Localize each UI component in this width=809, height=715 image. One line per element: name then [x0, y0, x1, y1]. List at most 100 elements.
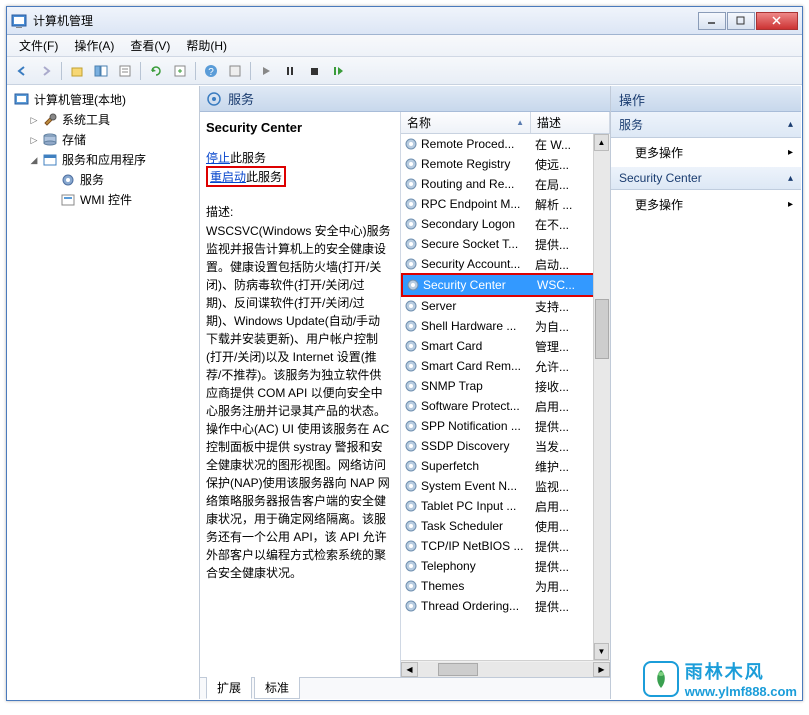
service-row[interactable]: Secondary Logon在不...	[401, 214, 610, 234]
menu-file[interactable]: 文件(F)	[11, 35, 66, 56]
gear-icon	[404, 339, 418, 353]
pause-service-button[interactable]	[279, 60, 301, 82]
menu-view[interactable]: 查看(V)	[122, 35, 178, 56]
watermark-logo	[643, 661, 679, 697]
service-name-cell: RPC Endpoint M...	[421, 197, 520, 211]
desc-text: WSCSVC(Windows 安全中心)服务监视并报告计算机上的安全健康设置。健…	[206, 222, 392, 582]
service-row[interactable]: RPC Endpoint M...解析 ...	[401, 194, 610, 214]
tree-root[interactable]: 计算机管理(本地)	[10, 90, 197, 110]
tab-extended[interactable]: 扩展	[206, 677, 252, 699]
service-row[interactable]: Superfetch维护...	[401, 456, 610, 476]
menu-help[interactable]: 帮助(H)	[178, 35, 235, 56]
service-row[interactable]: Routing and Re...在局...	[401, 174, 610, 194]
tree-wmi[interactable]: WMI 控件	[10, 190, 197, 210]
gear-icon	[404, 157, 418, 171]
view-tabs: 扩展 标准	[200, 677, 610, 699]
actions-section-services[interactable]: 服务▴	[611, 112, 801, 138]
service-row[interactable]: SNMP Trap接收...	[401, 376, 610, 396]
service-row[interactable]: Security CenterWSC...	[403, 275, 608, 295]
menu-action[interactable]: 操作(A)	[66, 35, 122, 56]
tools-icon	[42, 112, 58, 128]
wmi-icon	[60, 192, 76, 208]
service-name-cell: Shell Hardware ...	[421, 319, 516, 333]
titlebar[interactable]: 计算机管理	[7, 7, 802, 35]
service-name-cell: Secondary Logon	[421, 217, 515, 231]
expand-icon[interactable]: ▷	[28, 114, 40, 126]
gear-icon	[404, 137, 418, 151]
actions-section-selected[interactable]: Security Center▴	[611, 167, 801, 190]
gear-icon	[404, 479, 418, 493]
service-row[interactable]: Telephony提供...	[401, 556, 610, 576]
stop-link[interactable]: 停止	[206, 151, 230, 165]
close-button[interactable]	[756, 12, 798, 30]
gear-icon	[404, 439, 418, 453]
col-name[interactable]: 名称▲	[401, 112, 531, 133]
maximize-button[interactable]	[727, 12, 755, 30]
tool-button-1[interactable]	[224, 60, 246, 82]
service-row[interactable]: Task Scheduler使用...	[401, 516, 610, 536]
service-row[interactable]: Server支持...	[401, 296, 610, 316]
watermark-url: www.ylmf888.com	[685, 684, 797, 699]
vertical-scrollbar[interactable]: ▲ ▼	[593, 134, 610, 660]
gear-icon	[60, 172, 76, 188]
service-row[interactable]: Secure Socket T...提供...	[401, 234, 610, 254]
service-row[interactable]: Smart Card管理...	[401, 336, 610, 356]
help-button[interactable]: ?	[200, 60, 222, 82]
desc-label: 描述:	[206, 203, 392, 220]
center-pane: 服务 Security Center 停止此服务 重启动此服务 描述: WSCS…	[200, 86, 611, 699]
gear-icon	[404, 257, 418, 271]
gear-icon	[404, 359, 418, 373]
service-name-cell: Superfetch	[421, 459, 479, 473]
collapse-icon[interactable]: ◢	[28, 154, 40, 166]
service-row[interactable]: Security Account...启动...	[401, 254, 610, 274]
service-row[interactable]: Remote Proced...在 W...	[401, 134, 610, 154]
gear-icon	[404, 379, 418, 393]
service-row[interactable]: TCP/IP NetBIOS ...提供...	[401, 536, 610, 556]
actions-pane: 操作 服务▴ 更多操作▸ Security Center▴ 更多操作▸	[611, 86, 801, 699]
expand-icon[interactable]: ▷	[28, 134, 40, 146]
tree-services[interactable]: 服务	[10, 170, 197, 190]
service-row[interactable]: Themes为用...	[401, 576, 610, 596]
restart-service-button[interactable]	[327, 60, 349, 82]
minimize-button[interactable]	[698, 12, 726, 30]
stop-service-button[interactable]	[303, 60, 325, 82]
service-name-cell: Task Scheduler	[421, 519, 503, 533]
tree-svcapps[interactable]: ◢ 服务和应用程序	[10, 150, 197, 170]
tab-standard[interactable]: 标准	[254, 677, 300, 699]
tree-storage[interactable]: ▷ 存储	[10, 130, 197, 150]
forward-button[interactable]	[35, 60, 57, 82]
horizontal-scrollbar[interactable]: ◀ ▶	[401, 660, 610, 677]
back-button[interactable]	[11, 60, 33, 82]
service-row[interactable]: Software Protect...启用...	[401, 396, 610, 416]
properties-button[interactable]	[114, 60, 136, 82]
service-row[interactable]: Remote Registry使远...	[401, 154, 610, 174]
service-row[interactable]: Tablet PC Input ...启用...	[401, 496, 610, 516]
restart-link[interactable]: 重启动	[210, 170, 246, 184]
tree-pane[interactable]: 计算机管理(本地) ▷ 系统工具 ▷ 存储 ◢ 服务和应用程序 服务	[8, 86, 200, 699]
gear-icon	[404, 459, 418, 473]
list-header[interactable]: 名称▲ 描述	[401, 112, 610, 134]
show-hide-tree-button[interactable]	[90, 60, 112, 82]
tree-systools[interactable]: ▷ 系统工具	[10, 110, 197, 130]
service-row[interactable]: Shell Hardware ...为自...	[401, 316, 610, 336]
service-row[interactable]: Smart Card Rem...允许...	[401, 356, 610, 376]
more-actions-services[interactable]: 更多操作▸	[611, 138, 801, 167]
start-service-button[interactable]	[255, 60, 277, 82]
export-button[interactable]	[169, 60, 191, 82]
app-icon	[11, 13, 27, 29]
service-name-cell: Routing and Re...	[421, 177, 514, 191]
gear-icon	[404, 539, 418, 553]
more-actions-selected[interactable]: 更多操作▸	[611, 190, 801, 219]
up-button[interactable]	[66, 60, 88, 82]
service-row[interactable]: SPP Notification ...提供...	[401, 416, 610, 436]
refresh-button[interactable]	[145, 60, 167, 82]
service-row[interactable]: System Event N...监视...	[401, 476, 610, 496]
gear-icon	[404, 599, 418, 613]
actions-header: 操作	[611, 86, 801, 112]
col-desc[interactable]: 描述	[531, 112, 610, 133]
service-list[interactable]: 名称▲ 描述 Remote Proced...在 W...Remote Regi…	[400, 112, 610, 677]
service-row[interactable]: Thread Ordering...提供...	[401, 596, 610, 616]
storage-icon	[42, 132, 58, 148]
service-row[interactable]: SSDP Discovery当发...	[401, 436, 610, 456]
watermark-title: 雨林木风	[685, 658, 797, 684]
